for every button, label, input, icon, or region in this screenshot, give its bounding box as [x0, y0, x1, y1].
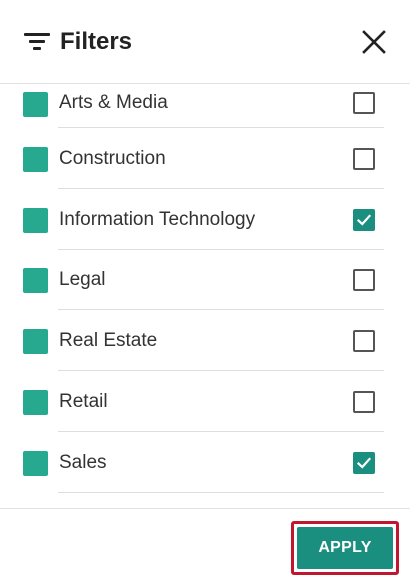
filter-label: Information Technology	[59, 208, 256, 230]
filter-label: Sales	[59, 451, 107, 473]
filter-label: Construction	[59, 147, 166, 169]
filter-checkbox[interactable]	[353, 91, 375, 114]
filter-checkbox[interactable]	[353, 269, 375, 291]
close-icon	[362, 30, 386, 54]
divider	[58, 492, 384, 493]
filter-checkbox[interactable]	[353, 208, 375, 231]
category-color-swatch	[23, 389, 48, 415]
list-item: Retail	[0, 371, 410, 432]
filters-panel: Filters Arts & Media Construction Inform…	[0, 0, 410, 583]
filter-label: Legal	[59, 269, 106, 290]
apply-button-highlight: APPLY	[291, 521, 399, 575]
list-item: Legal	[0, 250, 410, 310]
filters-footer: APPLY	[0, 508, 410, 583]
category-color-swatch	[23, 146, 48, 172]
check-icon	[356, 456, 372, 469]
filter-list-icon	[24, 31, 50, 53]
category-color-swatch	[23, 207, 48, 233]
filters-header: Filters	[0, 0, 410, 84]
category-color-swatch	[23, 268, 48, 293]
close-button[interactable]	[356, 24, 392, 60]
filter-checkbox[interactable]	[353, 451, 375, 474]
list-item: Sales	[0, 432, 410, 493]
filter-checkbox[interactable]	[353, 390, 375, 413]
filter-checkbox[interactable]	[353, 329, 375, 352]
category-color-swatch	[23, 450, 48, 476]
page-title: Filters	[60, 28, 133, 55]
list-item: Real Estate	[0, 310, 410, 371]
filter-label: Retail	[59, 390, 108, 412]
list-item: Arts & Media	[0, 84, 410, 128]
apply-button[interactable]: APPLY	[297, 527, 393, 569]
filter-label: Real Estate	[59, 329, 158, 351]
category-color-swatch	[23, 328, 48, 354]
filter-list: Arts & Media Construction Information Te…	[0, 84, 410, 508]
list-item: Information Technology	[0, 189, 410, 250]
category-color-swatch	[23, 91, 48, 117]
filter-checkbox[interactable]	[353, 147, 375, 170]
check-icon	[356, 213, 372, 226]
list-item: Construction	[0, 128, 410, 189]
filter-label: Arts & Media	[59, 91, 168, 113]
